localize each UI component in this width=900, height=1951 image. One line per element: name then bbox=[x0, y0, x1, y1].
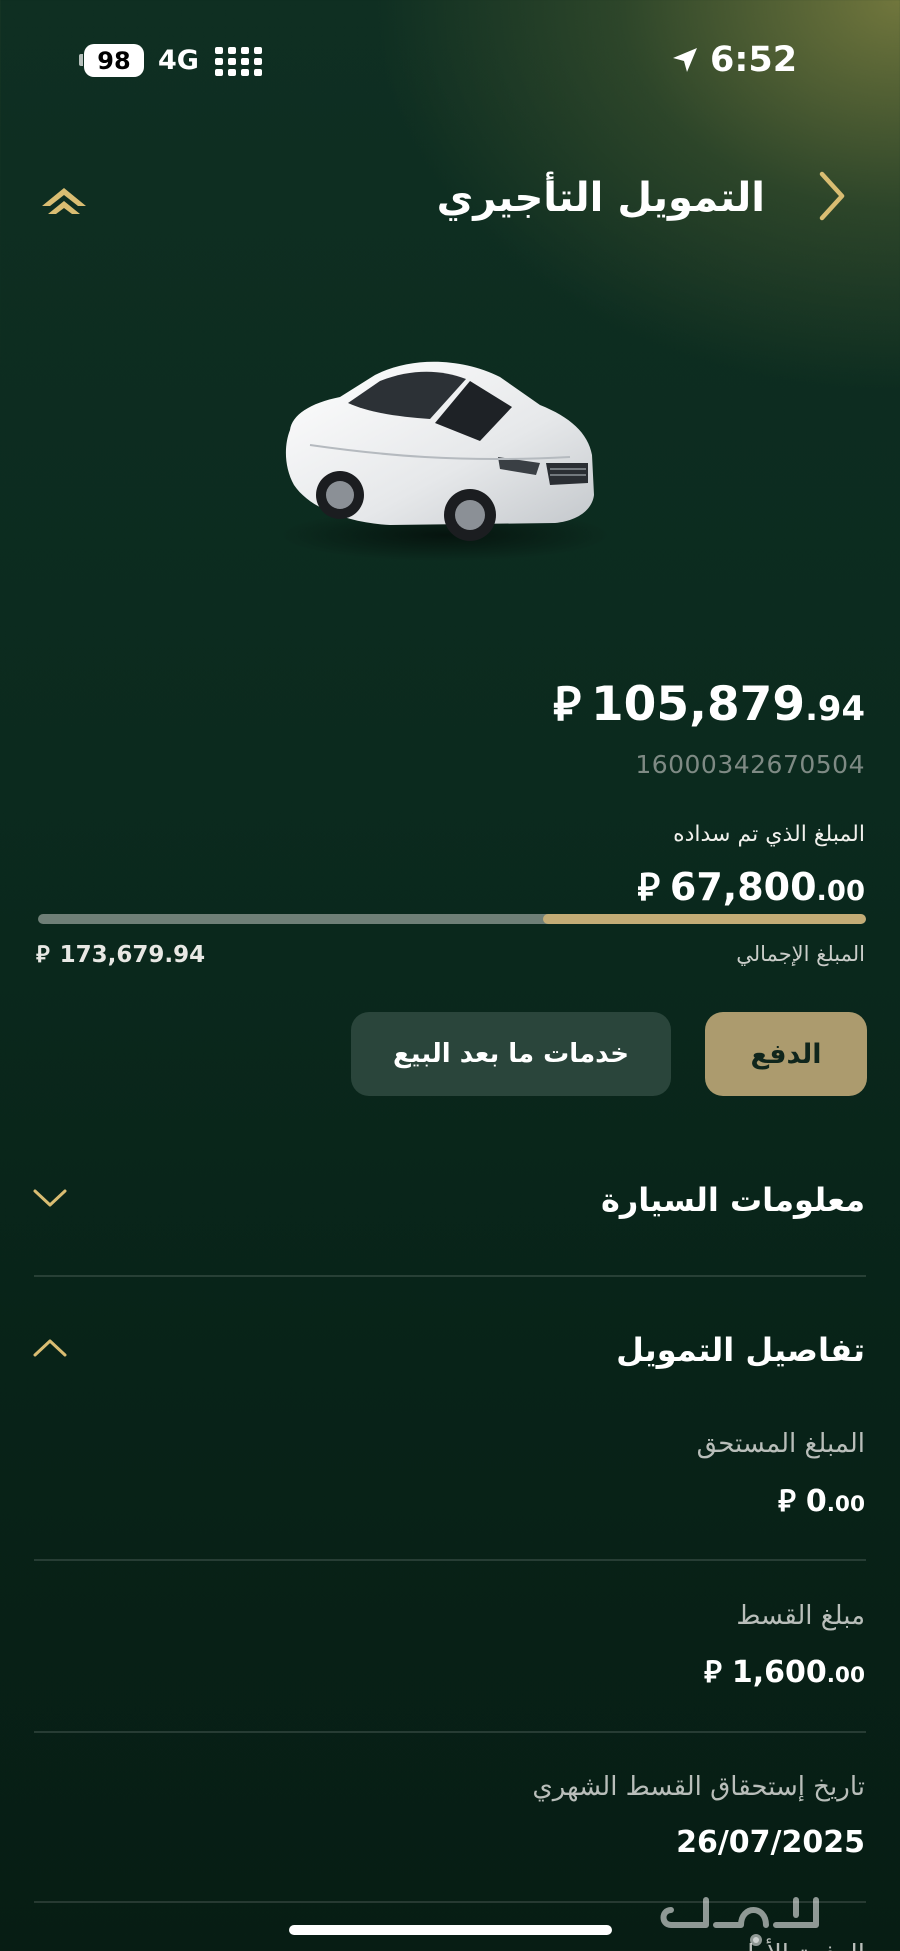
balance-integer: 105,879 bbox=[590, 677, 806, 732]
financing-section-title[interactable]: تفاصيل التمويل bbox=[616, 1325, 865, 1375]
riyal-symbol-icon: ⃁ bbox=[553, 677, 581, 732]
home-indicator bbox=[289, 1925, 612, 1935]
double-chevron-up-icon[interactable] bbox=[38, 176, 90, 216]
balance-decimal: .94 bbox=[805, 689, 865, 728]
pay-button[interactable]: الدفع bbox=[705, 1012, 867, 1096]
watermark-logo bbox=[660, 1897, 819, 1946]
car-info-section-title[interactable]: معلومات السيارة bbox=[601, 1175, 865, 1225]
total-amount-label: المبلغ الإجمالي bbox=[736, 942, 865, 966]
chevron-up-icon[interactable] bbox=[32, 1337, 68, 1359]
header: التمويل التأجيري bbox=[0, 150, 900, 250]
car-image bbox=[280, 361, 610, 561]
chevron-right-icon[interactable] bbox=[812, 166, 852, 226]
network-type: 4G bbox=[158, 45, 199, 76]
paid-decimal: .00 bbox=[816, 876, 865, 907]
due-amount-label: المبلغ المستحق bbox=[696, 1429, 865, 1459]
paid-amount: ⃁ 67,800 .00 bbox=[637, 862, 865, 914]
payment-progress-bar bbox=[38, 914, 866, 924]
payment-progress-fill bbox=[543, 914, 866, 924]
battery-indicator: 98 bbox=[84, 44, 144, 77]
riyal-symbol-icon: ⃁ bbox=[637, 865, 660, 909]
due-decimal: .00 bbox=[826, 1492, 865, 1517]
signal-icon bbox=[215, 47, 263, 77]
status-time: 6:52 bbox=[710, 40, 798, 80]
riyal-symbol-icon: ⃁ bbox=[778, 1484, 796, 1519]
monthly-due-date: 26/07/2025 bbox=[676, 1825, 865, 1860]
total-amount: ⃁ 173,679.94 bbox=[36, 940, 205, 974]
riyal-symbol-icon: ⃁ bbox=[36, 942, 50, 968]
aftersales-services-button[interactable]: خدمات ما بعد البيع bbox=[351, 1012, 671, 1096]
page-title: التمويل التأجيري bbox=[436, 175, 765, 221]
location-arrow-icon bbox=[673, 48, 697, 72]
status-bar: 98 4G 6:52 bbox=[0, 0, 900, 120]
due-integer: 0 bbox=[805, 1484, 827, 1519]
contract-number: 16000342670504 bbox=[635, 750, 865, 779]
due-amount: ⃁ 0 .00 bbox=[778, 1480, 865, 1524]
installment-amount: ⃁ 1,600 .00 bbox=[704, 1651, 865, 1695]
riyal-symbol-icon: ⃁ bbox=[704, 1655, 722, 1690]
battery-tip bbox=[79, 54, 83, 66]
divider bbox=[34, 1731, 866, 1733]
paid-amount-label: المبلغ الذي تم سداده bbox=[673, 822, 865, 847]
divider bbox=[34, 1275, 866, 1277]
installment-amount-label: مبلغ القسط bbox=[736, 1601, 865, 1631]
installment-decimal: .00 bbox=[826, 1663, 865, 1688]
paid-integer: 67,800 bbox=[669, 865, 817, 909]
chevron-down-icon[interactable] bbox=[32, 1187, 68, 1209]
divider bbox=[34, 1559, 866, 1561]
installment-integer: 1,600 bbox=[731, 1655, 827, 1690]
total-amount-value: 173,679.94 bbox=[59, 942, 206, 968]
remaining-balance: ⃁ 105,879 .94 bbox=[553, 672, 865, 736]
monthly-due-date-label: تاريخ إستحقاق القسط الشهري bbox=[532, 1772, 865, 1802]
